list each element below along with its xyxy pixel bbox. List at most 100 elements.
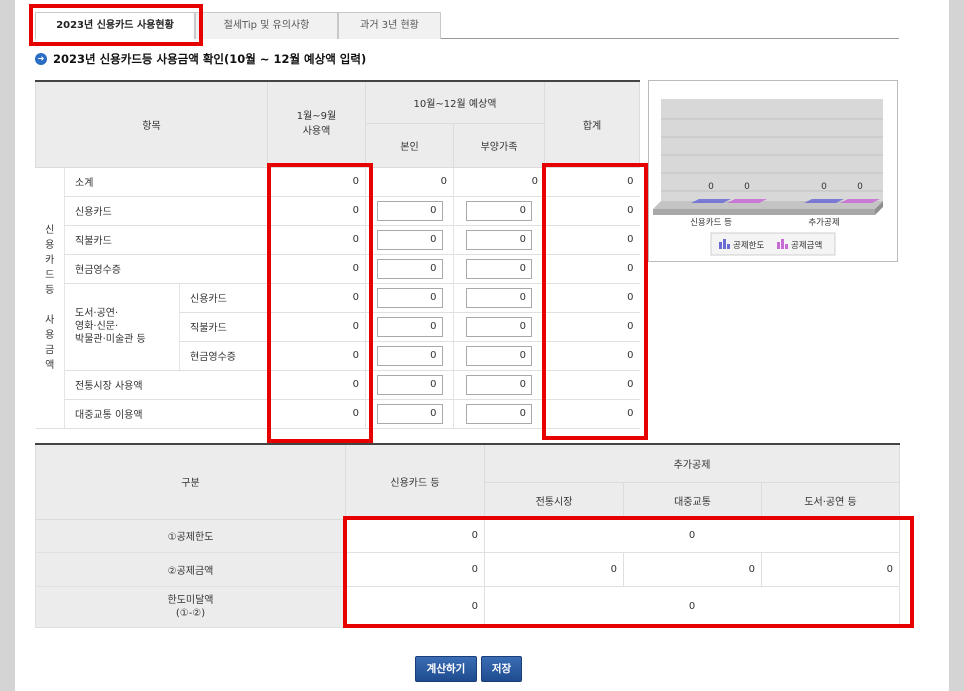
save-button[interactable]: 저장: [481, 656, 522, 682]
table-row: ②공제금액 0 0 0 0: [35, 551, 901, 587]
section-title-text: 2023년 신용카드등 사용금액 확인(10월 ~ 12월 예상액 입력): [53, 52, 367, 66]
table-row: 신 용 카 드 등 사 용 금 액 소계 0 0 0 0: [35, 167, 640, 429]
calculate-button[interactable]: 계산하기: [415, 656, 477, 682]
credit-value: 0: [345, 585, 485, 628]
chart-data-label: 0: [708, 182, 714, 192]
table-row: ①공제한도 0 0: [35, 518, 901, 553]
table-row: 신용카드 0 0 0 0: [36, 196, 640, 226]
jan-sep-value: 0: [267, 225, 366, 255]
row-label: 소계: [64, 167, 268, 197]
chart-floor-front: [653, 209, 875, 215]
row-label: 현금영수증: [64, 254, 268, 284]
chart-legend-swatch: [781, 239, 784, 249]
market-value: 0: [484, 551, 624, 587]
self-value: 0: [365, 167, 454, 197]
credit-value: 0: [345, 551, 485, 587]
row-sub-label: 신용카드: [179, 283, 268, 313]
deduction-table: 구분 신용카드 등 추가공제 전통시장 대중교통 도서·공연 등 ①공제한도 0…: [35, 443, 901, 628]
header-credit: 신용카드 등: [345, 443, 485, 520]
chart-legend-swatch: [723, 239, 726, 249]
row-sub-label: 현금영수증: [179, 341, 268, 371]
table-row: 현금영수증 0 0 0 0: [36, 254, 640, 284]
chart-legend-swatch: [777, 242, 780, 249]
self-input[interactable]: 0: [376, 258, 443, 279]
credit-value: 0: [345, 518, 485, 553]
tab-tax-tips[interactable]: 절세Tip 및 유의사항: [195, 12, 338, 39]
jan-sep-value: 0: [267, 167, 366, 197]
jan-sep-value: 0: [267, 254, 366, 284]
deduction-chart: 0 0 신용카드 등 0 0 추가공제공제한도 공제금액: [648, 80, 898, 262]
dependents-input[interactable]: 0: [466, 200, 532, 221]
row-label: 신용카드: [64, 196, 268, 226]
header-market: 전통시장: [484, 481, 624, 520]
total-value: 0: [544, 225, 640, 255]
header-self: 본인: [365, 122, 454, 168]
chart-data-label: 0: [744, 182, 750, 192]
table-row: 대중교통 이용액 0 0 0 0: [36, 399, 640, 429]
total-value: 0: [544, 254, 640, 284]
total-value: 0: [544, 312, 640, 342]
dependents-input[interactable]: 0: [466, 345, 532, 366]
chart-category-label: 신용카드 등: [690, 218, 732, 228]
dependents-input[interactable]: 0: [466, 374, 532, 395]
tab-past-3-years[interactable]: 과거 3년 현황: [338, 12, 441, 39]
header-item: 항목: [35, 80, 268, 168]
header-books: 도서·공연 등: [760, 481, 901, 520]
header-extra: 추가공제: [483, 443, 901, 483]
extra-value: 0: [483, 518, 901, 553]
dependents-input[interactable]: 0: [466, 403, 532, 424]
row-label: 한도미달액 (①-②): [35, 585, 346, 628]
chart-legend-label: 공제한도: [733, 241, 764, 251]
dependents-value: 0: [452, 167, 545, 197]
row-label: 전통시장 사용액: [64, 370, 268, 400]
tab-divider: [441, 38, 899, 39]
jan-sep-value: 0: [267, 399, 366, 429]
table-row: 한도미달액 (①-②) 0 0: [35, 585, 901, 628]
header-total: 합계: [544, 80, 641, 168]
dependents-input[interactable]: 0: [466, 229, 532, 250]
dependents-input[interactable]: 0: [466, 316, 532, 337]
tab-2023-usage[interactable]: 2023년 신용카드 사용현황: [35, 12, 195, 39]
transit-value: 0: [623, 551, 762, 587]
self-input[interactable]: 0: [376, 200, 443, 221]
total-value: 0: [544, 399, 640, 429]
chart-svg: 0 0 신용카드 등 0 0 추가공제공제한도 공제금액: [653, 99, 883, 256]
chart-category-label: 추가공제: [808, 218, 839, 228]
subgroup-label: 도서·공연· 영화·신문· 박물관·미술관 등: [64, 283, 180, 371]
chart-legend-label: 공제금액: [791, 240, 822, 251]
self-input[interactable]: 0: [376, 345, 443, 366]
jan-sep-value: 0: [267, 312, 366, 342]
header-transit: 대중교통: [623, 481, 762, 520]
row-label: 직불카드: [64, 225, 268, 255]
self-input[interactable]: 0: [376, 403, 443, 424]
dependents-input[interactable]: 0: [466, 258, 532, 279]
chart-back-wall: [661, 99, 883, 201]
self-input[interactable]: 0: [376, 374, 443, 395]
dependents-input[interactable]: 0: [466, 287, 532, 308]
header-oct-dec: 10월~12월 예상액: [364, 80, 546, 124]
chart-legend-swatch: [727, 244, 730, 249]
chart-legend-swatch: [719, 242, 722, 249]
row-label: ②공제금액: [35, 551, 346, 587]
chart-data-label: 0: [857, 182, 863, 192]
total-value: 0: [544, 341, 640, 371]
self-input[interactable]: 0: [376, 229, 443, 250]
chart-data-label: 0: [821, 182, 827, 192]
header-jan-sep: 1월~9월 사용액: [267, 80, 366, 168]
self-input[interactable]: 0: [376, 316, 443, 337]
header-dependents: 부양가족: [452, 122, 546, 168]
usage-table: 항목 1월~9월 사용액 10월~12월 예상액 합계 본인 부양가족 신 용 …: [35, 80, 641, 429]
jan-sep-value: 0: [267, 370, 366, 400]
row-sub-label: 직불카드: [179, 312, 268, 342]
self-input[interactable]: 0: [376, 287, 443, 308]
header-division: 구분: [35, 443, 346, 520]
table-row: 도서·공연· 영화·신문· 박물관·미술관 등 신용카드 0 0 0 0: [36, 283, 640, 371]
row-label: 대중교통 이용액: [64, 399, 268, 429]
section-title: ➜ 2023년 신용카드등 사용금액 확인(10월 ~ 12월 예상액 입력): [35, 51, 366, 67]
total-value: 0: [544, 283, 640, 313]
jan-sep-value: 0: [267, 283, 366, 313]
table-row: 전통시장 사용액 0 0 0 0: [36, 370, 640, 400]
table-row: 직불카드 0 0 0 0: [36, 225, 640, 255]
row-label: ①공제한도: [35, 518, 346, 553]
extra-value: 0: [483, 585, 901, 628]
